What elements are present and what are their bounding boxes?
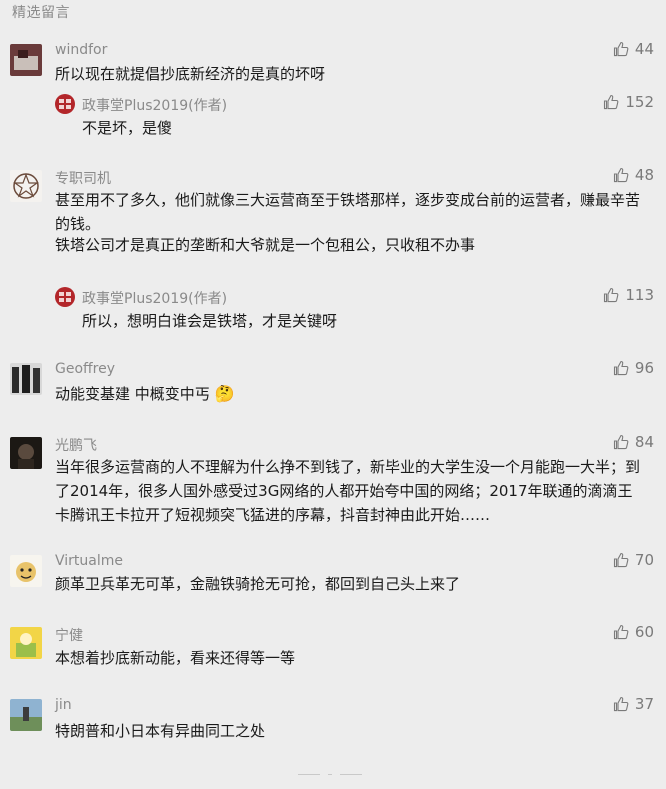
- divider-line: [298, 774, 320, 775]
- comment-nickname[interactable]: Geoffrey: [55, 361, 115, 377]
- author-nickname[interactable]: 政事堂Plus2019(作者): [82, 95, 227, 115]
- like-count: 113: [625, 286, 654, 304]
- comment-nickname[interactable]: 光鹏飞: [55, 435, 97, 455]
- comment-text: 当年很多运营商的人不理解为什么挣不到钱了，新毕业的大学生没一个月能跑一大半；到了…: [55, 458, 641, 524]
- like-button[interactable]: 60: [613, 623, 654, 641]
- like-button[interactable]: 37: [613, 695, 654, 713]
- avatar[interactable]: [10, 437, 42, 469]
- comment-text: 甚至用不了多久，他们就像三大运营商至于铁塔那样，逐步变成台前的运营者，赚最辛苦的…: [55, 191, 641, 233]
- comment-nickname[interactable]: 专职司机: [55, 168, 111, 188]
- like-count: 84: [634, 433, 654, 451]
- reply-text: 不是坏，是傻: [82, 119, 173, 137]
- thumbs-up-icon: [613, 696, 629, 712]
- like-button[interactable]: 70: [613, 551, 654, 569]
- avatar[interactable]: [10, 555, 42, 587]
- author-nickname[interactable]: 政事堂Plus2019(作者): [82, 288, 227, 308]
- thumbs-up-icon: [613, 552, 629, 568]
- like-button[interactable]: 84: [613, 433, 654, 451]
- avatar-image: [10, 437, 42, 469]
- comment-nickname[interactable]: Virtualme: [55, 553, 123, 569]
- comment-nickname[interactable]: 宁健: [55, 625, 83, 645]
- thinking-emoji-icon: 🤔: [214, 384, 235, 403]
- author-avatar: [55, 287, 75, 307]
- like-count: 44: [634, 40, 654, 58]
- avatar-image: [10, 555, 42, 587]
- reply-text: 所以，想明白谁会是铁塔，才是关键呀: [82, 312, 338, 330]
- thumbs-up-icon: [604, 287, 619, 303]
- comment-text: 特朗普和小日本有异曲同工之处: [55, 722, 266, 740]
- like-button[interactable]: 96: [613, 359, 654, 377]
- avatar[interactable]: [10, 627, 42, 659]
- like-count: 152: [625, 93, 654, 111]
- avatar-image: [10, 170, 42, 202]
- comment-text-body: 动能变基建 中概变中丐: [55, 385, 210, 403]
- comment-text: 颜革卫兵革无可革，金融铁骑抢无可抢，都回到自己头上来了: [55, 575, 461, 593]
- like-button[interactable]: 152: [603, 93, 654, 111]
- like-button[interactable]: 113: [603, 286, 654, 304]
- thumbs-up-icon: [604, 94, 619, 110]
- thumbs-up-icon: [613, 434, 629, 450]
- comment-nickname[interactable]: jin: [55, 697, 72, 713]
- thumbs-up-icon: [613, 360, 629, 376]
- avatar-image: [10, 363, 42, 395]
- avatar[interactable]: [10, 44, 42, 76]
- comment-text: 所以现在就提倡抄底新经济的是真的坏呀: [55, 65, 326, 83]
- avatar-image: [10, 44, 42, 76]
- comment-nickname[interactable]: windfor: [55, 42, 107, 58]
- avatar[interactable]: [10, 170, 42, 202]
- like-button[interactable]: 44: [613, 40, 654, 58]
- avatar-image: [10, 699, 42, 731]
- section-title: 精选留言: [12, 5, 70, 21]
- thumbs-up-icon: [613, 41, 629, 57]
- comment-text: 动能变基建 中概变中丐 🤔: [55, 382, 645, 406]
- red-seal-icon: [59, 99, 71, 109]
- like-count: 60: [634, 623, 654, 641]
- comment-text-continued: 铁塔公司才是真正的垄断和大爷就是一个包租公，只收租不办事: [55, 236, 476, 254]
- thumbs-up-icon: [613, 167, 629, 183]
- red-seal-icon: [59, 292, 71, 302]
- divider-dot: [328, 774, 332, 775]
- avatar-image: [10, 627, 42, 659]
- avatar[interactable]: [10, 699, 42, 731]
- like-count: 37: [634, 695, 654, 713]
- divider-line: [340, 774, 362, 775]
- author-avatar: [55, 94, 75, 114]
- like-count: 70: [634, 551, 654, 569]
- comment-text: 本想着抄底新动能，看来还得等一等: [55, 649, 296, 667]
- like-count: 96: [634, 359, 654, 377]
- avatar[interactable]: [10, 363, 42, 395]
- end-divider: [298, 774, 362, 775]
- like-count: 48: [634, 166, 654, 184]
- like-button[interactable]: 48: [613, 166, 654, 184]
- thumbs-up-icon: [613, 624, 629, 640]
